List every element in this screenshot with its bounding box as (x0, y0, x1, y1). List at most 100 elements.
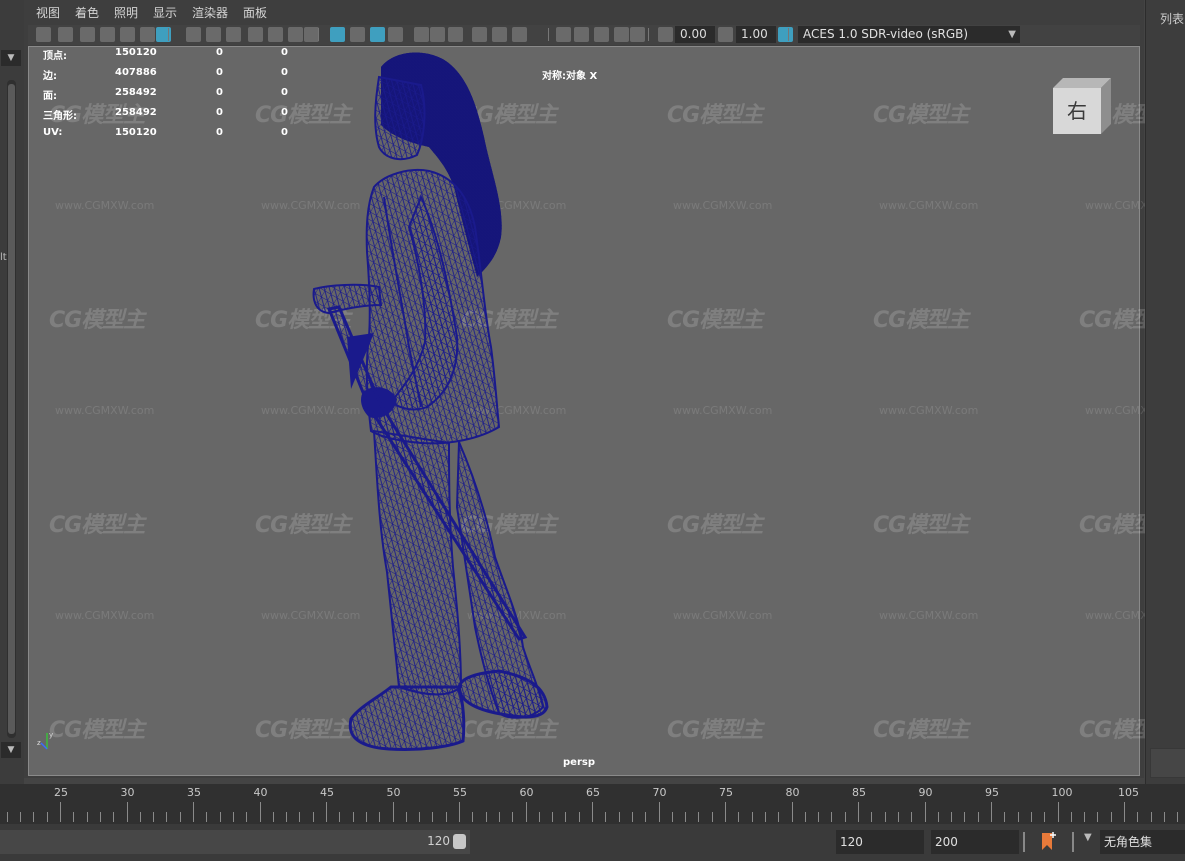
color-space-dropdown[interactable]: ACES 1.0 SDR-video (sRGB) ▼ (798, 26, 1020, 43)
axis-y-label: y (49, 731, 53, 739)
xray-joints-icon[interactable] (614, 27, 629, 42)
bookmark-icon[interactable] (100, 27, 115, 42)
camera-select-icon[interactable] (80, 27, 95, 42)
timeline-tick-label: 90 (918, 786, 933, 799)
menu-view[interactable]: 视图 (36, 4, 60, 21)
timeline-tick (46, 812, 48, 822)
scroll-down-arrow-icon[interactable]: ▼ (1, 742, 21, 758)
isolate-select-icon[interactable] (556, 27, 571, 42)
right-panel-button[interactable] (1150, 748, 1185, 778)
axis-gizmo: y z (37, 731, 53, 750)
timeline-tick (977, 812, 979, 822)
timeline-tick-label: 40 (253, 786, 268, 799)
resolution-gate-icon[interactable] (226, 27, 241, 42)
timeline-tick (206, 812, 208, 822)
menu-renderer[interactable]: 渲染器 (192, 4, 228, 21)
timeline-tick (831, 812, 833, 822)
shadows-icon[interactable] (430, 27, 445, 42)
divider (1072, 832, 1074, 852)
list-tab[interactable]: 列表 (1160, 10, 1184, 27)
timeline-tick (193, 802, 194, 822)
bookmark-key-icon[interactable] (1040, 830, 1058, 852)
wireframe-icon[interactable] (330, 27, 345, 42)
menu-panels[interactable]: 面板 (243, 4, 267, 21)
multisample-aa-icon[interactable] (492, 27, 507, 42)
use-all-lights-icon[interactable] (414, 27, 429, 42)
end-time-field[interactable]: 120 (836, 830, 924, 854)
timeline-tick (605, 812, 607, 822)
timeline-tick (232, 812, 234, 822)
chevron-down-icon: ▼ (1008, 29, 1016, 40)
xray-icon[interactable] (574, 27, 589, 42)
timeline-tick (671, 812, 673, 822)
timeline-tick-label: 55 (453, 786, 467, 799)
gate-mask-icon[interactable] (248, 27, 263, 42)
time-slider[interactable]: 25 30 35 40 45 50 55 60 65 70 75 80 85 90 95 100 105 (0, 784, 1185, 824)
timeline-tick (379, 812, 381, 822)
timeline-tick (764, 812, 766, 822)
timeline-tick (60, 802, 61, 822)
field-chart-icon[interactable] (268, 27, 283, 42)
left-panel: ▼ lt ▼ (0, 0, 24, 784)
safe-action-icon[interactable] (288, 27, 303, 42)
menu-show[interactable]: 显示 (153, 4, 177, 21)
safe-title-icon[interactable] (304, 27, 319, 42)
toolbar-separator (548, 28, 549, 41)
timeline-tick (565, 812, 567, 822)
character-wireframe-model[interactable] (29, 47, 1139, 775)
range-handle[interactable] (453, 834, 466, 849)
timeline-tick (778, 812, 780, 822)
timeline-tick (33, 812, 35, 822)
smooth-shade-icon[interactable] (350, 27, 365, 42)
chevron-down-icon[interactable]: ▼ (1084, 832, 1092, 843)
screen-space-ao-icon[interactable] (448, 27, 463, 42)
color-management-icon[interactable] (778, 27, 793, 42)
film-gate-icon[interactable] (206, 27, 221, 42)
timeline-tick-label: 60 (519, 786, 534, 799)
timeline-tick-label: 80 (785, 786, 800, 799)
timeline-tick (126, 802, 128, 822)
shade-wireframe-icon[interactable] (370, 27, 385, 42)
camera-attributes-icon[interactable] (58, 27, 73, 42)
timeline-tick (365, 812, 367, 822)
timeline-tick (73, 812, 75, 822)
timeline-tick (339, 812, 341, 822)
image-plane-icon[interactable] (120, 27, 135, 42)
exposure-icon[interactable] (658, 27, 673, 42)
timeline-tick (1044, 812, 1046, 822)
menu-lighting[interactable]: 照明 (114, 4, 138, 21)
timeline-tick (432, 812, 434, 822)
timeline-tick (1084, 812, 1086, 822)
grid-icon[interactable] (186, 27, 201, 42)
timeline-tick-label: 75 (719, 786, 733, 799)
toolbar-separator (788, 28, 789, 41)
timeline-tick (272, 812, 274, 822)
gamma-icon[interactable] (718, 27, 733, 42)
textured-icon[interactable] (388, 27, 403, 42)
menu-shading[interactable]: 着色 (75, 4, 99, 21)
range-slider[interactable]: 120 (0, 830, 470, 854)
left-panel-label: lt (0, 252, 7, 263)
gamma-field[interactable]: 1.00 (736, 26, 776, 43)
view-cube[interactable]: 右 (1053, 78, 1111, 134)
toolbar-separator (648, 28, 649, 41)
backface-icon[interactable] (630, 27, 645, 42)
playback-end-field[interactable]: 200 (931, 830, 1019, 854)
timeline-tick (844, 812, 846, 822)
3d-viewport[interactable]: CG模型主 www.CGMXW.com CG模型主 www.CGMXW.com CG模型… (28, 46, 1184, 827)
timeline-tick (1150, 812, 1152, 822)
scroll-up-arrow-icon[interactable]: ▼ (1, 50, 21, 66)
camera-icon[interactable] (36, 27, 51, 42)
xray-active-icon[interactable] (594, 27, 609, 42)
timeline-tick-label: 85 (852, 786, 866, 799)
timeline-tick (725, 802, 726, 822)
camera-name-label: persp (563, 757, 595, 768)
exposure-field[interactable]: 0.00 (675, 26, 715, 43)
timeline-tick (459, 802, 460, 822)
2d-pan-zoom-icon[interactable] (140, 27, 155, 42)
motion-blur-icon[interactable] (472, 27, 487, 42)
timeline-tick (472, 812, 474, 822)
character-set-dropdown[interactable]: 无角色集 (1100, 830, 1185, 854)
depth-of-field-icon[interactable] (512, 27, 527, 42)
scrollbar-thumb[interactable] (8, 84, 15, 734)
